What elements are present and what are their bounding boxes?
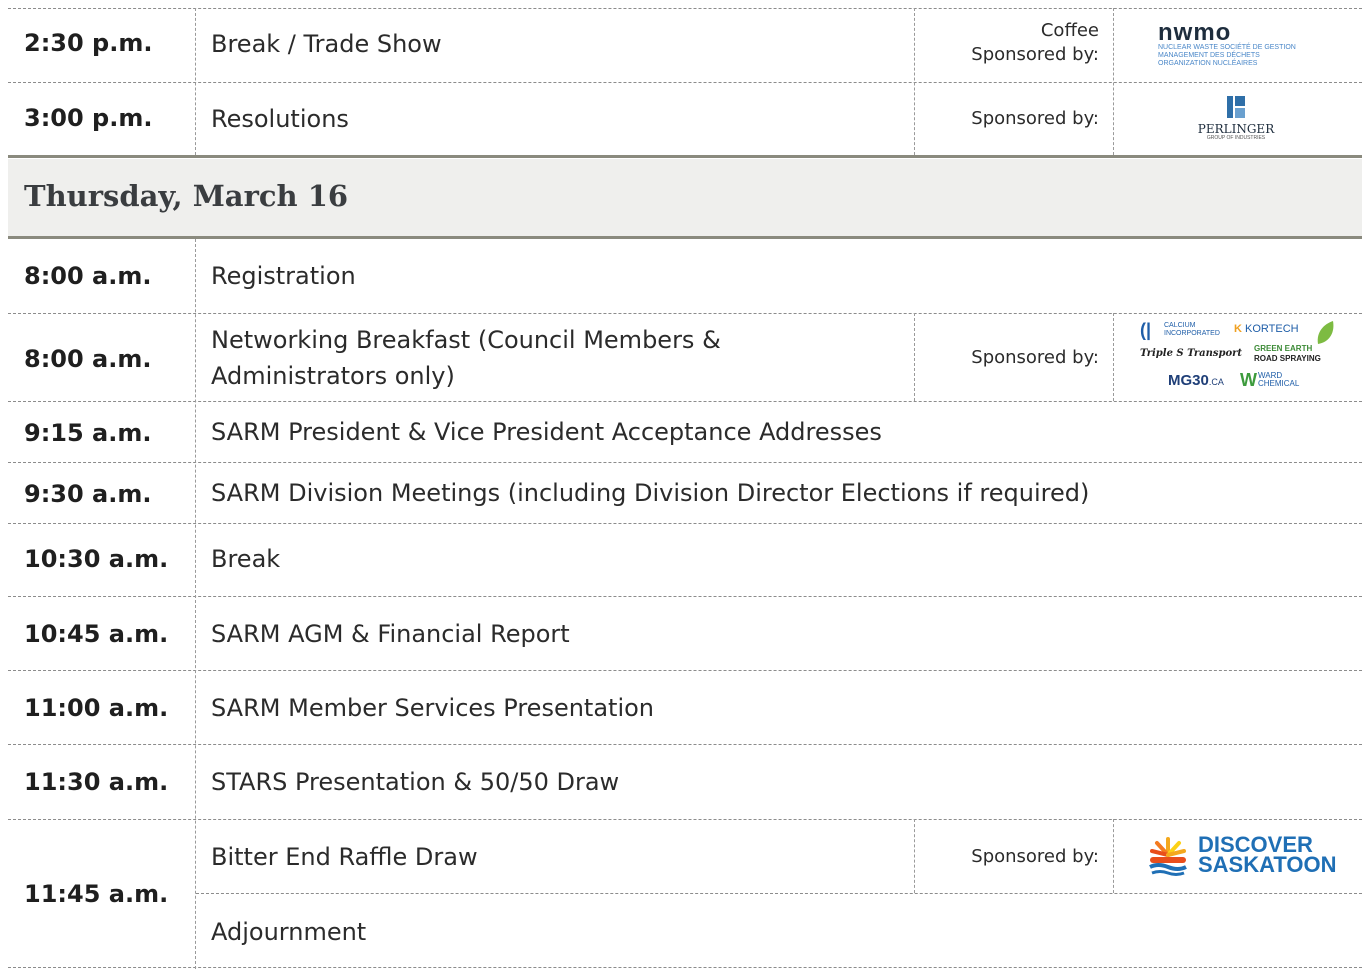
section-rule [8,236,1362,239]
perlinger-mark-icon [1227,96,1245,118]
day-header: Thursday, March 16 [8,159,1362,236]
time-cell: 8:00 a.m. [24,262,152,290]
perlinger-subtext: GROUP OF INDUSTRIES [1206,135,1266,141]
row-divider [196,893,1362,894]
time-cell: 10:45 a.m. [24,620,169,648]
event-cell: SARM Member Services Presentation [211,694,655,722]
row-divider [8,744,1362,745]
calcium-bracket-icon: (| [1140,320,1152,340]
event-line: Administrators only) [211,362,455,390]
row-divider [8,82,1362,83]
leaf-icon [1317,321,1334,344]
nwmo-wordmark: nwmo [1158,19,1232,46]
event-cell: Networking Breakfast (Council Members & … [211,322,721,394]
breakfast-sponsor-logos: (| CALCIUM INCORPORATED K KORTECH Triple… [1140,320,1340,396]
row-divider [8,8,1362,9]
green-earth-text: ROAD SPRAYING [1254,354,1321,363]
sunrise-icon [1149,837,1187,876]
row-divider [8,523,1362,524]
sponsor-label: Sponsored by: [971,846,1099,867]
time-cell: 10:30 a.m. [24,545,169,573]
nwmo-subtext: NUCLEAR WASTE SOCIÉTÉ DE GESTION [1158,44,1296,51]
row-divider [8,670,1362,671]
day-title: Thursday, March 16 [24,179,349,213]
sponsor-label: Sponsored by: [971,44,1099,65]
discover-text: SASKATOON [1198,852,1337,877]
time-cell: 11:45 a.m. [24,880,169,908]
discover-saskatoon-logo: DISCOVER SASKATOON [1148,833,1338,879]
kortech-text: KORTECH [1245,323,1299,335]
column-divider [914,819,915,893]
event-cell: Bitter End Raffle Draw [211,843,478,871]
row-divider [8,401,1362,402]
event-cell: SARM Division Meetings (including Divisi… [211,479,1090,507]
mg30-suffix: .CA [1208,377,1224,387]
calcium-logo: CALCIUM INCORPORATED [1164,322,1220,338]
column-divider [914,8,915,155]
column-divider [914,313,915,401]
ward-text: CHEMICAL [1258,379,1300,388]
nwmo-logo: nwmo NUCLEAR WASTE SOCIÉTÉ DE GESTION MA… [1158,19,1328,68]
event-cell: Registration [211,262,356,290]
row-divider [8,967,1362,968]
section-rule [8,155,1362,158]
green-earth-text: GREEN EARTH [1254,344,1313,353]
column-divider [195,239,196,969]
column-divider [1113,8,1114,155]
row-divider [8,596,1362,597]
time-cell: 2:30 p.m. [24,29,153,57]
column-divider [1113,819,1114,893]
time-cell: 3:00 p.m. [24,104,153,132]
perlinger-wordmark: PERLINGER [1197,122,1275,136]
time-cell: 11:30 a.m. [24,768,169,796]
nwmo-subtext: ORGANIZATION NUCLÉAIRES [1158,60,1258,67]
discover-wordmark: DISCOVER SASKATOON [1198,834,1337,877]
time-cell: 8:00 a.m. [24,345,152,373]
sponsor-note: Coffee [1040,20,1099,41]
ward-w-icon: W [1240,370,1257,390]
sponsor-label: Sponsored by: [971,347,1099,368]
time-cell: 11:00 a.m. [24,694,169,722]
event-cell: STARS Presentation & 50/50 Draw [211,768,620,796]
event-cell: SARM President & Vice President Acceptan… [211,418,882,446]
perlinger-logo: PERLINGER GROUP OF INDUSTRIES [1196,95,1276,143]
event-cell: Break [211,545,281,573]
ward-logo: WARD CHEMICAL [1258,372,1299,388]
event-cell: Break / Trade Show [211,30,442,58]
calcium-text: INCORPORATED [1164,330,1220,337]
event-line: Networking Breakfast (Council Members & [211,326,721,354]
mg30-text: MG30 [1168,372,1209,389]
row-divider [8,462,1362,463]
kortech-k-icon: K [1234,323,1242,335]
kortech-logo: K KORTECH [1234,323,1299,335]
sponsor-label: Sponsored by: [971,108,1099,129]
row-divider [8,819,1362,820]
event-cell: SARM AGM & Financial Report [211,620,570,648]
green-earth-logo: GREEN EARTH ROAD SPRAYING [1254,344,1321,364]
calcium-text: CALCIUM [1164,322,1196,329]
time-cell: 9:30 a.m. [24,480,152,508]
sponsor-cell: Coffee Sponsored by: [971,19,1099,67]
triple-s-logo: Triple S Transport [1140,348,1243,359]
event-cell: Adjournment [211,918,367,946]
column-divider [195,8,196,155]
mg30-logo: MG30.CA [1168,372,1224,389]
row-divider [8,313,1362,314]
column-divider [1113,313,1114,401]
event-cell: Resolutions [211,105,349,133]
time-cell: 9:15 a.m. [24,419,152,447]
nwmo-subtext: MANAGEMENT DES DÉCHETS [1158,52,1260,59]
